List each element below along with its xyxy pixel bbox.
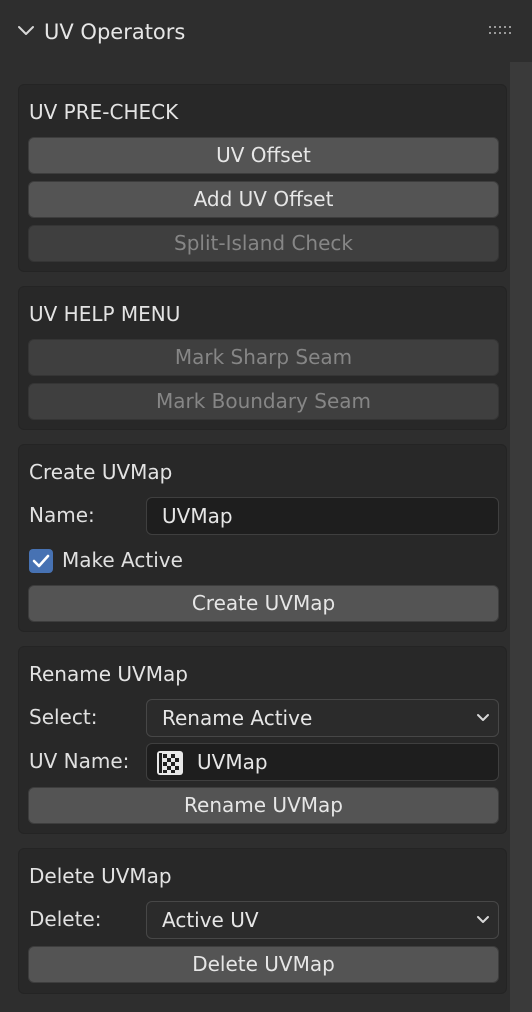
uv-offset-button[interactable]: UV Offset (28, 137, 499, 174)
uv-help-menu-box: UV HELP MENU Mark Sharp Seam Mark Bounda… (18, 286, 507, 430)
panel-header[interactable]: UV Operators (0, 0, 532, 62)
make-active-label[interactable]: Make Active (62, 542, 183, 579)
create-uvmap-box: Create UVMap Name: UVMap Make Active Cre… (18, 444, 507, 632)
delete-uvmap-title: Delete UVMap (29, 864, 172, 888)
select-label: Select: (29, 705, 98, 729)
make-active-checkbox[interactable] (29, 549, 53, 573)
chevron-down-icon (477, 916, 489, 923)
uv-help-menu-title: UV HELP MENU (29, 302, 181, 326)
rename-uvmap-box: Rename UVMap Select: Rename Active UV Na… (18, 646, 507, 834)
uv-name-label: UV Name: (29, 749, 130, 773)
add-uv-offset-button[interactable]: Add UV Offset (28, 181, 499, 218)
chevron-down-icon (477, 714, 489, 721)
panel-title: UV Operators (44, 20, 186, 44)
delete-uvmap-box: Delete UVMap Delete: Active UV Delete UV… (18, 848, 507, 994)
rename-mode-dropdown[interactable]: Rename Active (146, 699, 499, 737)
rename-uvmap-button[interactable]: Rename UVMap (28, 787, 499, 824)
uvmap-name-value: UVMap (162, 504, 233, 528)
uv-precheck-box: UV PRE-CHECK UV Offset Add UV Offset Spl… (18, 84, 507, 272)
delete-label: Delete: (29, 907, 102, 931)
uvmap-name-field[interactable]: UVMap (146, 497, 499, 535)
create-uvmap-title: Create UVMap (29, 460, 173, 484)
grip-dots-icon[interactable] (487, 24, 513, 38)
mark-sharp-seam-button[interactable]: Mark Sharp Seam (28, 339, 499, 376)
create-uvmap-button[interactable]: Create UVMap (28, 585, 499, 622)
scroll-region-strip (510, 0, 532, 1012)
uv-name-value: UVMap (197, 750, 268, 774)
uv-name-field[interactable]: UVMap (146, 743, 499, 781)
delete-uvmap-button[interactable]: Delete UVMap (28, 946, 499, 983)
rename-mode-value: Rename Active (162, 706, 313, 730)
uv-precheck-title: UV PRE-CHECK (29, 100, 179, 124)
checker-texture-icon (157, 751, 183, 775)
chevron-down-icon[interactable] (17, 24, 35, 38)
delete-target-value: Active UV (162, 908, 259, 932)
mark-boundary-seam-button[interactable]: Mark Boundary Seam (28, 383, 499, 420)
rename-uvmap-title: Rename UVMap (29, 662, 188, 686)
checkmark-icon (32, 554, 50, 568)
name-label: Name: (29, 503, 95, 527)
split-island-check-button[interactable]: Split-Island Check (28, 225, 499, 262)
delete-target-dropdown[interactable]: Active UV (146, 901, 499, 939)
